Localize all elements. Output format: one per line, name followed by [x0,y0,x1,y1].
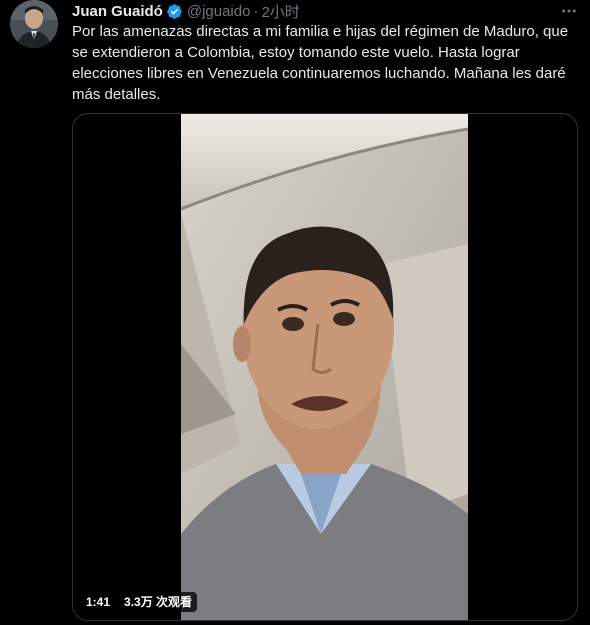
tweet-header: Juan Guaidó @jguaido · 2小时 [72,1,578,22]
verified-badge-icon [166,3,183,20]
author-avatar[interactable] [10,0,58,48]
avatar-portrait [10,0,58,48]
video-duration: 1:41 [81,592,116,612]
video-thumbnail[interactable] [181,114,468,620]
author-name[interactable]: Juan Guaidó [72,3,163,20]
video-info-overlay: 1:41 3.3万 次观看 [81,592,198,612]
tweet-timestamp[interactable]: 2小时 [261,1,299,22]
tweet-text: Por las amenazas directas a mi familia e… [72,23,569,103]
video-view-count: 3.3万 次观看 [119,592,198,612]
video-player[interactable]: 1:41 3.3万 次观看 [72,113,578,621]
separator-dot: · [253,2,259,20]
author-handle[interactable]: @jguaido [187,3,251,20]
more-options-icon[interactable] [560,2,578,20]
